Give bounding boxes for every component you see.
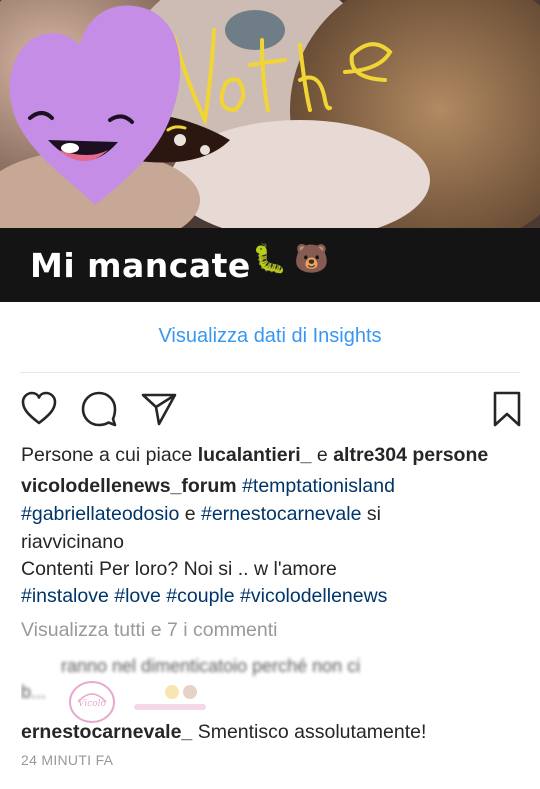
bear-face-icon: 🐻: [294, 243, 329, 274]
caption-connector: e: [179, 503, 201, 525]
svg-text:Vicolo: Vicolo: [78, 699, 107, 709]
likes-summary: Persone a cui piace lucalantieri_ e altr…: [21, 442, 488, 468]
caterpillar-icon: 🐛: [252, 243, 287, 274]
view-insights-link[interactable]: Visualizza dati di Insights: [0, 325, 540, 348]
caption-hashtags: #instalove #love #couple #vicolodellenew…: [21, 583, 387, 609]
comment-text: Smentisco assolutamente!: [197, 721, 427, 743]
hashtag-instalove[interactable]: #instalove: [21, 585, 109, 607]
likes-connector: e: [311, 444, 334, 466]
speech-bubble-icon[interactable]: [80, 390, 118, 428]
post-image[interactable]: Mi mancate 🐛 🐻: [0, 0, 540, 302]
caption-line-2-end: si: [361, 503, 381, 525]
hashtag-couple[interactable]: #couple: [166, 585, 234, 607]
blurred-comment-line-1: ranno nel dimenticatoio perché non ci: [61, 656, 361, 676]
hashtag-vicolodellenews[interactable]: #vicolodellenews: [240, 585, 387, 607]
paper-plane-icon[interactable]: [140, 390, 178, 428]
caption-line-2: #gabriellateodosio e #ernestocarnevale s…: [21, 501, 381, 527]
liker-username[interactable]: lucalantieri_: [198, 444, 312, 466]
likes-prefix: Persone a cui piace: [21, 444, 198, 466]
view-all-comments-link[interactable]: Visualizza tutti e 7 i commenti: [21, 619, 278, 642]
post-timestamp: 24 MINUTI FA: [21, 752, 114, 768]
hashtag-gabriellateodosio[interactable]: #gabriellateodosio: [21, 503, 179, 525]
caption-line-3: riavvicinano: [21, 531, 124, 553]
caption-line-1: vicolodellenews_forum #temptationisland: [21, 473, 395, 499]
hashtag-temptationisland[interactable]: #temptationisland: [242, 475, 395, 497]
caption-line-4: Contenti Per loro? Noi si .. w l'amore: [21, 558, 337, 580]
bookmark-icon[interactable]: [490, 390, 528, 428]
caption-author[interactable]: vicolodellenews_forum: [21, 475, 237, 497]
smiling-heart-sticker-icon: [9, 5, 181, 205]
comment-row: ernestocarnevale_ Smentisco assolutament…: [21, 719, 426, 745]
comment-author[interactable]: ernestocarnevale_: [21, 721, 192, 743]
heart-outline-icon[interactable]: [20, 390, 58, 428]
hashtag-ernestocarnevale[interactable]: #ernestocarnevale: [201, 503, 361, 525]
divider: [20, 372, 520, 373]
story-caption-text: Mi mancate: [30, 246, 251, 285]
blurred-comment-line-2: b...: [21, 682, 47, 702]
hashtag-love[interactable]: #love: [114, 585, 161, 607]
likes-others-link[interactable]: altre304 persone: [333, 444, 488, 466]
